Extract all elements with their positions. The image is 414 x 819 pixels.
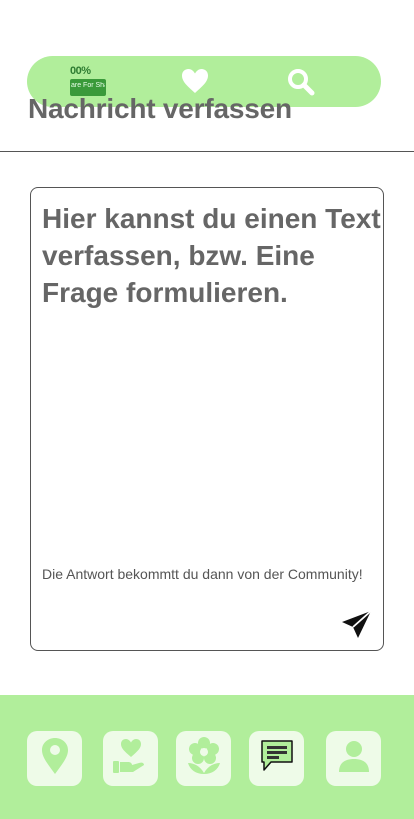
logo-top-text: 00% — [70, 65, 91, 77]
flower-icon — [184, 736, 224, 781]
compose-hint-text: Die Antwort bekommtt du dann von der Com… — [42, 566, 363, 582]
header-divider — [0, 151, 414, 152]
message-compose-box[interactable]: Hier kannst du einen Text verfassen, bzw… — [30, 187, 384, 651]
nav-plants-button[interactable] — [176, 731, 231, 786]
nav-location-button[interactable] — [27, 731, 82, 786]
hand-heart-icon — [111, 737, 151, 780]
nav-donate-button[interactable] — [103, 731, 158, 786]
send-icon[interactable] — [340, 609, 372, 641]
location-pin-icon — [37, 737, 73, 780]
user-icon — [336, 738, 372, 779]
chat-icon — [259, 738, 295, 779]
logo-band-text: are For Share — [71, 82, 105, 89]
bottom-navigation-bar — [0, 695, 414, 819]
nav-messages-button[interactable] — [249, 731, 304, 786]
page-title: Nachricht verfassen — [28, 93, 292, 124]
nav-profile-button[interactable] — [326, 731, 381, 786]
message-text-area[interactable]: Hier kannst du einen Text verfassen, bzw… — [42, 200, 382, 311]
